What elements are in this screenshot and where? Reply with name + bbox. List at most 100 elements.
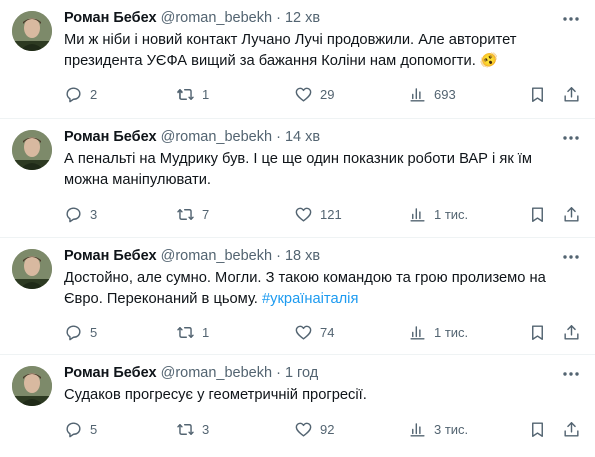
bookmark-button[interactable]	[528, 419, 547, 439]
like-count: 29	[320, 86, 335, 102]
hashtag-link[interactable]: #українаіталія	[262, 291, 358, 307]
share-icon	[564, 421, 579, 437]
tweet-header: Роман Бебех @roman_bebekh · 18 хв	[64, 247, 555, 265]
tweet-emoji: 🫨	[479, 53, 499, 69]
bookmark-icon	[532, 206, 543, 222]
views-button[interactable]: 1 тис.	[408, 204, 468, 224]
reply-icon	[66, 324, 81, 340]
avatar[interactable]	[12, 366, 52, 406]
tweet-actions: 2 1 29 693	[64, 84, 579, 104]
share-button[interactable]	[562, 419, 581, 439]
avatar[interactable]	[12, 249, 52, 289]
like-button[interactable]: 74	[294, 322, 334, 342]
author-name[interactable]: Роман Бебех	[64, 10, 157, 26]
share-icon	[564, 206, 579, 222]
avatar[interactable]	[12, 130, 52, 170]
tweet[interactable]: Роман Бебех @roman_bebekh · 14 хв А пена…	[0, 119, 595, 238]
like-button[interactable]: 92	[294, 419, 334, 439]
more-dots-icon[interactable]	[561, 366, 581, 382]
tweet-header: Роман Бебех @roman_bebekh · 1 год	[64, 364, 555, 382]
tweet-time[interactable]: 12 хв	[285, 10, 320, 26]
repost-button[interactable]: 1	[176, 84, 209, 104]
tweet-actions: 3 7 121 1 тис.	[64, 204, 579, 224]
tweet-time[interactable]: 14 хв	[285, 129, 320, 145]
repost-icon	[177, 88, 194, 100]
repost-icon	[177, 326, 194, 338]
tweet-time[interactable]: 18 хв	[285, 248, 320, 264]
author-name[interactable]: Роман Бебех	[64, 129, 157, 145]
author-name[interactable]: Роман Бебех	[64, 365, 157, 381]
bookmark-button[interactable]	[528, 322, 547, 342]
like-button[interactable]: 29	[294, 84, 334, 104]
views-chart-icon	[410, 207, 425, 222]
separator-dot: ·	[276, 10, 281, 26]
author-name[interactable]: Роман Бебех	[64, 248, 157, 264]
share-button[interactable]	[562, 84, 581, 104]
reply-button[interactable]: 5	[64, 322, 97, 342]
repost-count: 1	[202, 86, 210, 102]
heart-icon	[295, 87, 312, 102]
reply-count: 5	[90, 421, 98, 437]
views-button[interactable]: 693	[408, 84, 456, 104]
heart-icon	[295, 422, 312, 437]
more-dots-icon[interactable]	[561, 130, 581, 146]
tweet-body: Ми ж ніби і новий контакт Лучано Лучі пр…	[64, 32, 517, 69]
tweet-text: А пенальті на Мудрику був. І це ще один …	[64, 149, 567, 191]
reply-icon	[66, 86, 81, 102]
tweet-text: Судаков прогресує у геометричній прогрес…	[64, 385, 567, 406]
like-count: 121	[320, 206, 342, 222]
tweet-body: Судаков прогресує у геометричній прогрес…	[64, 387, 367, 403]
views-button[interactable]: 3 тис.	[408, 419, 468, 439]
tweet[interactable]: Роман Бебех @roman_bebekh · 18 хв Достой…	[0, 238, 595, 355]
views-chart-icon	[410, 87, 425, 102]
bookmark-icon	[532, 324, 543, 340]
views-count: 3 тис.	[434, 421, 469, 437]
tweet-actions: 5 3 92 3 тис.	[64, 419, 579, 439]
separator-dot: ·	[276, 129, 281, 145]
tweet-body: А пенальті на Мудрику був. І це ще один …	[64, 151, 533, 188]
tweet-time[interactable]: 1 год	[285, 365, 318, 381]
reply-count: 2	[90, 86, 98, 102]
bookmark-button[interactable]	[528, 84, 547, 104]
views-chart-icon	[410, 325, 425, 340]
heart-icon	[295, 207, 312, 222]
tweet[interactable]: Роман Бебех @roman_bebekh · 1 год Судако…	[0, 355, 595, 457]
reply-count: 5	[90, 324, 98, 340]
bookmark-icon	[532, 421, 543, 437]
author-handle[interactable]: @roman_bebekh	[161, 10, 272, 26]
like-button[interactable]: 121	[294, 204, 342, 224]
share-button[interactable]	[562, 322, 581, 342]
repost-count: 7	[202, 206, 210, 222]
views-button[interactable]: 1 тис.	[408, 322, 468, 342]
author-handle[interactable]: @roman_bebekh	[161, 248, 272, 264]
author-handle[interactable]: @roman_bebekh	[161, 365, 272, 381]
repost-count: 1	[202, 324, 210, 340]
separator-dot: ·	[276, 248, 281, 264]
share-button[interactable]	[562, 204, 581, 224]
tweet[interactable]: Роман Бебех @roman_bebekh · 12 хв Ми ж н…	[0, 0, 595, 119]
tweet-text: Ми ж ніби і новий контакт Лучано Лучі пр…	[64, 30, 567, 72]
tweet-feed: Роман Бебех @roman_bebekh · 12 хв Ми ж н…	[0, 0, 595, 457]
reply-button[interactable]: 2	[64, 84, 97, 104]
views-count: 1 тис.	[434, 324, 469, 340]
repost-count: 3	[202, 421, 210, 437]
repost-button[interactable]: 3	[176, 419, 209, 439]
more-dots-icon[interactable]	[561, 249, 581, 265]
reply-button[interactable]: 3	[64, 204, 97, 224]
more-dots-icon[interactable]	[561, 11, 581, 27]
author-handle[interactable]: @roman_bebekh	[161, 129, 272, 145]
repost-button[interactable]: 7	[176, 204, 209, 224]
reply-icon	[66, 421, 81, 437]
tweet-actions: 5 1 74 1 тис.	[64, 322, 579, 342]
share-icon	[564, 324, 579, 340]
views-count: 693	[434, 86, 456, 102]
repost-icon	[177, 208, 194, 220]
reply-count: 3	[90, 206, 98, 222]
reply-button[interactable]: 5	[64, 419, 97, 439]
avatar[interactable]	[12, 11, 52, 51]
repost-icon	[177, 423, 194, 435]
repost-button[interactable]: 1	[176, 322, 209, 342]
bookmark-icon	[532, 86, 543, 102]
bookmark-button[interactable]	[528, 204, 547, 224]
tweet-header: Роман Бебех @roman_bebekh · 14 хв	[64, 128, 555, 146]
